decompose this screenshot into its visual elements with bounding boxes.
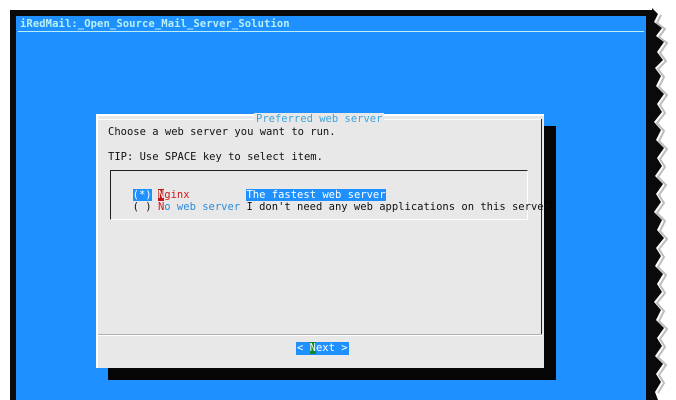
list-item-no-web-server[interactable]: ( ) No web server I don't need any web a… <box>120 189 550 213</box>
option-description: I don't need any web applications on thi… <box>246 201 550 213</box>
button-right-bracket: > <box>341 342 348 354</box>
torn-edge-decoration <box>652 8 669 400</box>
button-label: ext <box>315 342 335 354</box>
radio-marker[interactable]: ( ) <box>133 201 152 213</box>
next-button[interactable]: < Next > <box>296 342 349 355</box>
window-title: iRedMail:_Open_Source_Mail_Server_Soluti… <box>20 18 290 30</box>
option-tag: o web server <box>164 201 241 213</box>
dialog-frame-right <box>541 119 542 336</box>
dialog-title: Preferred web server <box>254 113 385 125</box>
title-rule <box>18 31 644 32</box>
dialog-prompt: Choose a web server you want to run. <box>108 126 336 138</box>
dialog-tip: TIP: Use SPACE key to select item. <box>108 151 323 163</box>
list-item-nginx[interactable]: (*) Nginx The fastest web server <box>120 177 386 201</box>
button-divider <box>98 335 542 336</box>
